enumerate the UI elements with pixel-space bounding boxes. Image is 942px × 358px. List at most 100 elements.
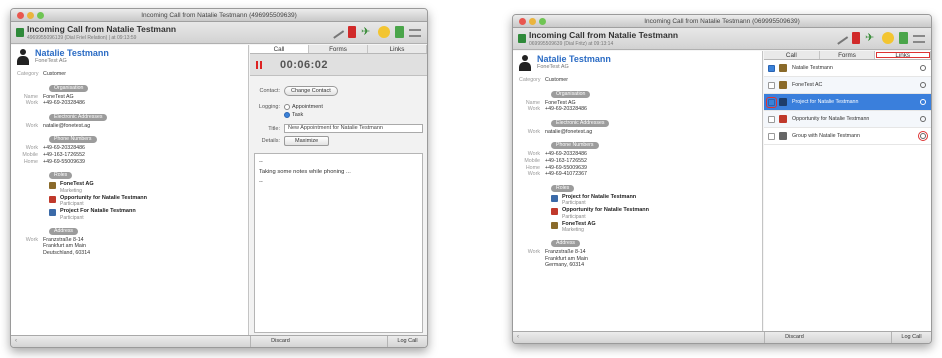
link-checkbox[interactable] (768, 115, 775, 123)
role-subtitle: Participant (562, 200, 586, 207)
tab-links[interactable]: Links (875, 51, 931, 59)
resize-arrow-icon[interactable]: ‹ (15, 338, 17, 344)
field-label: Work (527, 106, 540, 113)
address-line: Franzstraße 8-14 (43, 236, 84, 243)
minimize-window-button[interactable] (27, 12, 34, 19)
role-item[interactable]: Opportunity for Natalie Testmann Particip… (49, 195, 242, 207)
link-row[interactable]: FoneTest AC (764, 77, 931, 94)
zoom-window-button[interactable] (37, 12, 44, 19)
contact-name[interactable]: Natalie Testmann (537, 55, 611, 64)
change-contact-button[interactable]: Change Contact (284, 86, 338, 96)
link-row[interactable]: Group with Natalie Testmann (764, 128, 931, 145)
link-checkbox[interactable] (766, 96, 777, 108)
field-label: Mobile (22, 151, 38, 158)
status-icon[interactable] (882, 32, 894, 44)
pin-icon[interactable]: ✈ (361, 26, 373, 38)
tab-forms[interactable]: Forms (309, 45, 368, 53)
notes-textarea[interactable]: -- Taking some notes while phoning ... -… (254, 153, 423, 333)
tab-forms[interactable]: Forms (820, 51, 876, 59)
tab-call[interactable]: Call (764, 51, 820, 59)
tab-call[interactable]: Call (250, 45, 309, 53)
link-checkbox[interactable] (768, 81, 775, 89)
field-value[interactable]: +49-69-20328486 (545, 106, 587, 113)
role-item[interactable]: Project For Natalie Testmann Participant (49, 208, 242, 221)
title-input[interactable]: New Appointment for Natalie Testmann (284, 124, 423, 133)
phone-number[interactable]: +49-69-41072367 (545, 171, 587, 178)
address-line: Frankfurt am Main (545, 255, 588, 262)
gear-icon[interactable] (918, 131, 928, 141)
phone-number[interactable]: +49-69-20328486 (545, 151, 587, 158)
field-label: Name (525, 99, 540, 106)
link-checkbox[interactable] (768, 132, 775, 140)
radio-label: Appointment (292, 104, 323, 110)
section-address: Address (551, 240, 581, 248)
zoom-window-button[interactable] (539, 18, 546, 25)
resize-arrow-icon[interactable]: ‹ (517, 334, 519, 340)
log-call-button[interactable]: Log Call (387, 336, 427, 347)
toolbar: ✈ (329, 25, 421, 39)
email-link[interactable]: natalie@fonetest.ag (545, 129, 592, 136)
phone-icon (518, 34, 526, 43)
status-icon[interactable] (378, 26, 390, 38)
window-titlebar[interactable]: Incoming Call from Natalie Testmann (496… (11, 9, 427, 22)
link-label: Group with Natalie Testmann (792, 133, 860, 139)
category-label: Category (17, 71, 39, 77)
role-item[interactable]: Project for Natalie Testmann Participant (551, 194, 756, 207)
phone-number[interactable]: +49-163-1726552 (545, 158, 587, 165)
discard-button[interactable]: Discard (250, 336, 310, 347)
pause-icon[interactable] (256, 60, 262, 69)
phone-number[interactable]: +49-69-55009639 (43, 159, 85, 166)
bottom-bar: ‹ Discard Log Call (513, 331, 931, 343)
field-value[interactable]: +49-69-20328486 (43, 100, 85, 107)
tab-links[interactable]: Links (368, 45, 427, 53)
call-duration: 00:06:02 (280, 58, 329, 71)
radio-label: Task (292, 112, 304, 118)
radio-task[interactable]: Task (284, 112, 323, 118)
record-icon[interactable] (852, 32, 860, 44)
phone-number[interactable]: +49-163-1726552 (43, 152, 85, 159)
window-titlebar[interactable]: Incoming Call from Natalie Testmann (069… (513, 15, 931, 28)
magic-wand-icon[interactable] (329, 25, 345, 39)
magic-wand-icon[interactable] (833, 31, 849, 45)
link-row-selected[interactable]: Project for Natalie Testmann (764, 94, 931, 111)
maximize-button[interactable]: Maximize (284, 136, 330, 146)
radio-dot-selected (284, 112, 290, 118)
phone-number[interactable]: +49-69-20328486 (43, 145, 85, 152)
pin-icon[interactable]: ✈ (865, 32, 877, 44)
role-item[interactable]: Opportunity for Natalie Testmann Particip… (551, 207, 756, 220)
link-row[interactable]: Opportunity for Natalie Testmann (764, 111, 931, 128)
menu-icon[interactable] (409, 29, 421, 37)
address-line: Deutschland, 60314 (43, 249, 91, 256)
gear-icon[interactable] (920, 82, 926, 88)
role-subtitle: Marketing (60, 187, 82, 194)
email-link[interactable]: natalie@fonetest.ag (43, 123, 90, 130)
menu-icon[interactable] (913, 35, 925, 43)
flag-icon[interactable] (899, 32, 908, 44)
log-call-button[interactable]: Log Call (891, 332, 931, 343)
link-row[interactable]: Natalie Testmann (764, 60, 931, 77)
field-label: Work (527, 171, 540, 178)
gear-icon[interactable] (920, 99, 926, 105)
contact-name[interactable]: Natalie Testmann (35, 49, 109, 58)
flag-icon[interactable] (395, 26, 404, 38)
window-controls (17, 12, 44, 19)
role-item[interactable]: FoneTest AG Marketing (551, 221, 756, 233)
gear-icon[interactable] (920, 116, 926, 122)
notes-line: -- (259, 179, 263, 185)
role-item[interactable]: FoneTest AG Marketing (49, 181, 242, 194)
contact-company: FoneTest AG (35, 58, 67, 64)
link-label: Opportunity for Natalie Testmann (792, 116, 870, 122)
close-window-button[interactable] (519, 18, 526, 25)
record-icon[interactable] (348, 26, 356, 38)
minimize-window-button[interactable] (529, 18, 536, 25)
opportunity-icon (551, 208, 558, 216)
radio-appointment[interactable]: Appointment (284, 104, 323, 110)
phone-number[interactable]: +49-69-55009639 (545, 165, 587, 172)
gear-icon[interactable] (920, 65, 926, 71)
close-window-button[interactable] (17, 12, 24, 19)
role-subtitle: Participant (562, 213, 586, 220)
link-checkbox[interactable] (768, 64, 775, 72)
role-subtitle: Participant (60, 214, 84, 221)
window-title: Incoming Call from Natalie Testmann (069… (644, 18, 800, 25)
discard-button[interactable]: Discard (764, 332, 824, 343)
